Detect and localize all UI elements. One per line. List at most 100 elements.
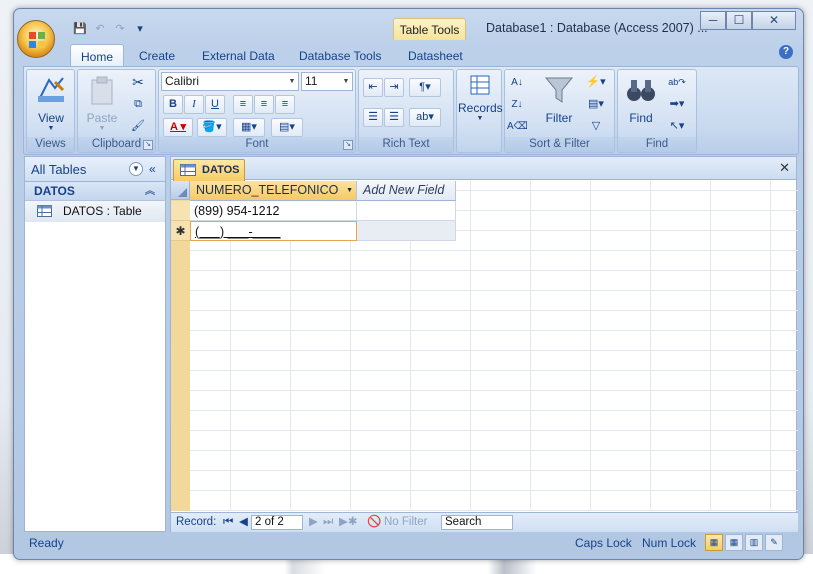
toggle-filter-icon[interactable]: ▽: [583, 118, 609, 137]
table-cell[interactable]: [357, 201, 456, 221]
column-header-add-new-field[interactable]: Add New Field: [357, 181, 456, 201]
replace-icon[interactable]: ab↷: [664, 74, 690, 93]
goto-icon[interactable]: ➡▾: [664, 96, 690, 115]
pivottable-view-icon[interactable]: ▦: [725, 534, 743, 551]
column-header-numero-telefonico[interactable]: NUMERO_TELEFONICO ▼: [190, 181, 357, 201]
font-launcher-icon[interactable]: ↘: [343, 140, 353, 150]
cut-icon[interactable]: ✂: [128, 74, 148, 93]
filter-button[interactable]: Filter: [539, 74, 579, 125]
group-find: Find ab↷ ➡▾ ↖▾ Find: [617, 69, 697, 153]
sort-descending-icon[interactable]: Z↓: [507, 96, 527, 115]
maximize-button[interactable]: ☐: [726, 11, 752, 30]
search-input[interactable]: Search: [441, 515, 513, 530]
window-controls: ─ ☐ ✕: [700, 11, 796, 31]
records-dropdown-icon: ▼: [476, 115, 484, 122]
alternate-fill-icon[interactable]: ▤▾: [271, 118, 303, 137]
new-record-phone-input[interactable]: (___) ___-____: [190, 221, 357, 241]
bullets-icon[interactable]: ☰: [384, 108, 404, 127]
status-ready: Ready: [29, 536, 64, 550]
nav-item-datos-table[interactable]: DATOS : Table: [25, 201, 165, 222]
binoculars-icon: [627, 80, 655, 101]
next-record-icon[interactable]: ▶: [309, 513, 318, 532]
tab-external-data[interactable]: External Data: [202, 44, 275, 66]
table-cell[interactable]: (899) 954-1212: [190, 201, 357, 221]
nav-item-label: DATOS : Table: [63, 204, 142, 218]
rich-text-group-label: Rich Text: [359, 137, 453, 152]
numbering-icon[interactable]: ☰: [363, 108, 383, 127]
previous-record-icon[interactable]: ◀: [239, 513, 248, 532]
nav-group[interactable]: DATOS ︽: [25, 182, 165, 201]
document-tab-datos[interactable]: DATOS: [173, 159, 245, 181]
tab-database-tools[interactable]: Database Tools: [299, 44, 382, 66]
filter-status-label[interactable]: No Filter: [384, 513, 427, 532]
bold-button[interactable]: B: [163, 95, 183, 114]
datasheet-view-icon[interactable]: ▦: [705, 534, 723, 551]
new-record-icon[interactable]: ▶✱: [339, 513, 357, 532]
pivotchart-view-icon[interactable]: ▥: [745, 534, 763, 551]
advanced-filter-icon[interactable]: ▤▾: [583, 96, 609, 115]
font-color-icon[interactable]: A ▾: [163, 118, 193, 137]
italic-button[interactable]: I: [184, 95, 204, 114]
view-button[interactable]: View ▼: [33, 74, 69, 132]
select-all-icon[interactable]: [171, 181, 190, 200]
copy-icon[interactable]: ⧉: [128, 96, 148, 115]
highlight-icon[interactable]: ab▾: [409, 108, 441, 127]
status-bar: Ready Caps Lock Num Lock ▦ ▦ ▥ ✎: [23, 534, 799, 554]
undo-icon[interactable]: ↶: [92, 21, 108, 37]
increase-indent-icon[interactable]: ⇥: [384, 78, 404, 97]
new-record-selector[interactable]: ✱: [171, 221, 190, 241]
design-view-icon[interactable]: ✎: [765, 534, 783, 551]
nav-dropdown-icon[interactable]: ▼: [129, 162, 143, 176]
format-painter-icon[interactable]: 🖌: [128, 118, 148, 137]
close-button[interactable]: ✕: [752, 11, 796, 30]
font-size-combo[interactable]: 11 ▼: [301, 72, 353, 91]
chevron-down-icon: ▼: [342, 78, 350, 85]
fill-color-icon[interactable]: 🪣▾: [197, 118, 227, 137]
navigation-pane: All Tables ▼ « DATOS ︽ DATOS : Table: [24, 156, 166, 532]
selection-filter-icon[interactable]: ⚡▾: [583, 74, 609, 93]
nav-header[interactable]: All Tables ▼ «: [25, 157, 165, 182]
find-label: Find: [629, 111, 653, 125]
clear-sort-icon[interactable]: A⌫: [507, 118, 528, 137]
chevron-down-icon[interactable]: ▼: [346, 181, 353, 200]
tab-datasheet[interactable]: Datasheet: [408, 44, 463, 66]
current-record-field[interactable]: 2 of 2: [251, 515, 303, 530]
sort-ascending-icon[interactable]: A↓: [507, 74, 527, 93]
save-icon[interactable]: 💾: [72, 21, 88, 37]
first-record-icon[interactable]: ⏮: [223, 513, 233, 532]
records-button[interactable]: Records ▼: [458, 74, 503, 122]
align-left-icon[interactable]: ≡: [233, 95, 253, 114]
view-dropdown-icon: ▼: [47, 125, 55, 132]
minimize-button[interactable]: ─: [700, 11, 726, 30]
chevron-down-icon: ▼: [288, 78, 296, 85]
paragraph-direction-icon[interactable]: ¶▾: [409, 78, 441, 97]
view-icon: [38, 77, 65, 102]
view-switcher: ▦ ▦ ▥ ✎: [705, 534, 783, 551]
group-clipboard: Paste ▼ ✂ ⧉ 🖌 Clipboard ↘: [77, 69, 156, 153]
find-button[interactable]: Find: [622, 74, 660, 125]
paste-button[interactable]: Paste ▼: [82, 74, 122, 132]
group-sort-filter: A↓ Z↓ A⌫ Filter ⚡▾ ▤▾ ▽ Sort & Filter: [504, 69, 615, 153]
customize-qat-icon[interactable]: ▾: [132, 21, 148, 37]
shutter-bar-icon[interactable]: «: [149, 157, 156, 182]
new-record-add-field-cell[interactable]: [357, 221, 456, 241]
record-selector[interactable]: [171, 201, 190, 221]
decrease-indent-icon[interactable]: ⇤: [363, 78, 383, 97]
help-icon[interactable]: ?: [779, 45, 793, 59]
tab-create[interactable]: Create: [139, 44, 175, 66]
align-center-icon[interactable]: ≡: [254, 95, 274, 114]
tab-home[interactable]: Home: [70, 44, 125, 67]
clipboard-launcher-icon[interactable]: ↘: [143, 140, 153, 150]
font-name-combo[interactable]: Calibri ▼: [161, 72, 299, 91]
collapse-icon[interactable]: ︽: [145, 182, 155, 201]
align-right-icon[interactable]: ≡: [275, 95, 295, 114]
underline-button[interactable]: U: [205, 95, 225, 114]
close-document-icon[interactable]: ✕: [779, 160, 790, 176]
filter-label: Filter: [545, 111, 573, 125]
last-record-icon[interactable]: ⏭: [323, 513, 333, 532]
redo-icon[interactable]: ↷: [112, 21, 128, 37]
views-group-label: Views: [27, 137, 74, 152]
select-icon[interactable]: ↖▾: [664, 118, 690, 137]
gridlines-icon[interactable]: ▦▾: [233, 118, 265, 137]
filter-icon: [544, 77, 574, 103]
